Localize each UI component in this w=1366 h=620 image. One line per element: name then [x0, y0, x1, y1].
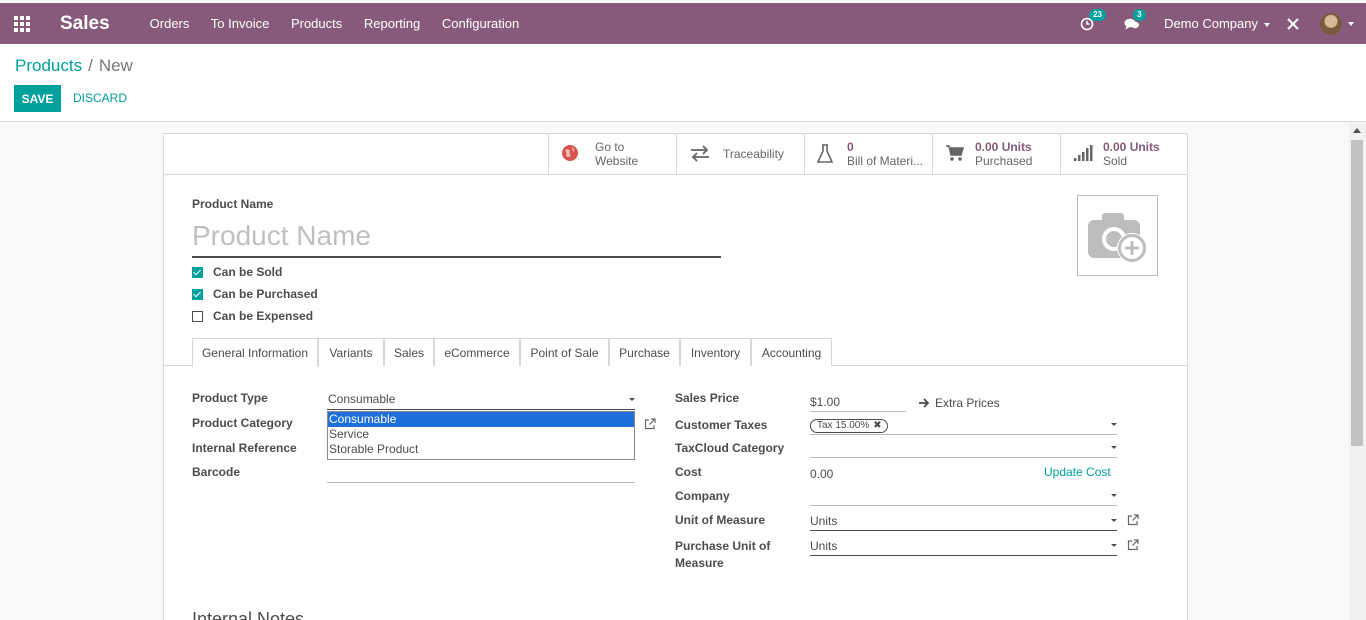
bill-of-materials-button[interactable]: 0 Bill of Materi... — [804, 134, 932, 174]
form-notebook-tabs: General Information Variants Sales eComm… — [164, 338, 1187, 367]
external-link-icon[interactable] — [1127, 539, 1139, 551]
app-name[interactable]: Sales — [60, 13, 110, 35]
company-select[interactable] — [810, 486, 1117, 506]
update-cost-button[interactable]: Update Cost — [1044, 465, 1111, 479]
tab-variants[interactable]: Variants — [318, 338, 384, 366]
cost-value: 0.00 — [810, 467, 834, 481]
activity-badge: 23 — [1089, 8, 1106, 21]
tab-ecommerce[interactable]: eCommerce — [434, 338, 520, 366]
exchange-arrows-icon — [689, 144, 715, 164]
user-avatar[interactable] — [1320, 12, 1342, 35]
customer-taxes-label: Customer Taxes — [675, 418, 768, 432]
save-button[interactable]: SAVE — [14, 85, 61, 112]
product-category-label: Product Category — [192, 416, 293, 430]
can-be-sold-checkbox[interactable]: Can be Sold — [192, 265, 282, 279]
sales-price-label: Sales Price — [675, 391, 740, 405]
flask-icon — [816, 144, 843, 164]
smart-buttons: Go to Website Traceability 0 Bill of Mater… — [164, 134, 1187, 175]
scrollbar-thumb[interactable] — [1351, 140, 1363, 446]
product-name-input[interactable]: Product Name — [192, 216, 721, 258]
taxcloud-category-label: TaxCloud Category — [675, 441, 785, 455]
activity-clock-icon[interactable]: 23 — [1080, 8, 1106, 32]
product-type-value: Consumable — [328, 392, 396, 406]
chevron-down-icon — [1111, 423, 1117, 426]
tab-purchase[interactable]: Purchase — [609, 338, 680, 366]
cost-label: Cost — [675, 465, 702, 479]
sales-price-input[interactable]: $1.00 — [810, 392, 906, 412]
user-menu-caret-icon[interactable] — [1348, 21, 1354, 26]
external-link-icon[interactable] — [644, 418, 656, 430]
debug-tools-icon[interactable] — [1286, 17, 1300, 31]
menu-products[interactable]: Products — [291, 16, 342, 31]
chevron-down-icon — [1111, 494, 1117, 497]
product-type-select[interactable]: Consumable — [327, 390, 635, 410]
product-image-upload[interactable] — [1077, 195, 1158, 276]
purchased-button[interactable]: 0.00 Units Purchased — [932, 134, 1060, 174]
breadcrumb-products[interactable]: Products — [15, 56, 82, 75]
top-navbar: Sales Orders To Invoice Products Reporti… — [0, 3, 1366, 44]
product-form-sheet: Go to Website Traceability 0 Bill of Mater… — [163, 133, 1188, 620]
option-service[interactable]: Service — [328, 427, 634, 442]
page-scrollbar[interactable] — [1349, 123, 1366, 620]
chevron-down-icon — [1111, 519, 1117, 522]
tab-general-information[interactable]: General Information — [192, 338, 318, 367]
option-consumable[interactable]: Consumable — [328, 412, 634, 427]
barcode-label: Barcode — [192, 465, 241, 479]
control-panel: Products / New SAVE DISCARD — [0, 44, 1366, 122]
tab-sales[interactable]: Sales — [384, 338, 434, 366]
chevron-down-icon — [1111, 544, 1117, 547]
product-type-label: Product Type — [192, 391, 268, 405]
remove-tag-icon[interactable]: ✖ — [873, 420, 881, 431]
menu-reporting[interactable]: Reporting — [364, 16, 420, 31]
external-link-icon[interactable] — [1127, 514, 1139, 526]
taxcloud-category-select[interactable] — [810, 438, 1117, 458]
unit-of-measure-label: Unit of Measure — [675, 513, 766, 527]
messages-badge: 3 — [1133, 8, 1146, 21]
main-menu: Orders To Invoice Products Reporting Con… — [150, 16, 538, 31]
menu-orders[interactable]: Orders — [150, 16, 190, 31]
purchase-uom-select[interactable]: Units — [810, 536, 1117, 556]
internal-notes-title: Internal Notes — [192, 609, 305, 620]
barcode-input[interactable] — [327, 463, 635, 483]
chevron-down-icon — [1111, 446, 1117, 449]
tab-accounting[interactable]: Accounting — [751, 338, 832, 366]
cart-icon — [945, 144, 971, 164]
menu-configuration[interactable]: Configuration — [442, 16, 519, 31]
discard-button[interactable]: DISCARD — [73, 91, 127, 105]
product-name-label: Product Name — [192, 197, 274, 211]
option-storable-product[interactable]: Storable Product — [328, 442, 634, 457]
breadcrumb-current: New — [98, 56, 133, 75]
company-switcher[interactable]: Demo Company — [1164, 16, 1270, 31]
can-be-expensed-checkbox[interactable]: Can be Expensed — [192, 309, 313, 323]
company-label: Company — [675, 489, 730, 503]
navbar-systray: 23 3 Demo Company — [1080, 3, 1366, 44]
extra-prices-button[interactable]: Extra Prices — [918, 396, 1000, 410]
internal-reference-label: Internal Reference — [192, 441, 297, 455]
traceability-button[interactable]: Traceability — [676, 134, 804, 174]
company-name: Demo Company — [1164, 16, 1258, 31]
tax-tag: Tax 15.00% ✖ — [810, 419, 888, 433]
tab-point-of-sale[interactable]: Point of Sale — [520, 338, 609, 366]
arrow-right-icon — [919, 398, 930, 408]
go-to-website-button[interactable]: Go to Website — [548, 134, 676, 174]
scroll-up-icon[interactable] — [1353, 128, 1361, 133]
sold-button[interactable]: 0.00 Units Sold — [1060, 134, 1187, 174]
camera-plus-icon — [1088, 213, 1147, 263]
messages-icon[interactable]: 3 — [1124, 8, 1146, 32]
globe-icon — [561, 144, 587, 164]
menu-to-invoice[interactable]: To Invoice — [211, 16, 270, 31]
breadcrumb: Products / New — [15, 56, 133, 75]
chevron-down-icon — [629, 398, 635, 401]
signal-bars-icon — [1073, 144, 1099, 164]
can-be-purchased-checkbox[interactable]: Can be Purchased — [192, 287, 318, 301]
product-type-dropdown[interactable]: Consumable Service Storable Product — [327, 411, 635, 460]
apps-menu-icon[interactable] — [14, 15, 30, 32]
tab-inventory[interactable]: Inventory — [680, 338, 751, 366]
unit-of-measure-select[interactable]: Units — [810, 511, 1117, 531]
purchase-uom-label: Purchase Unit of Measure — [675, 539, 771, 570]
